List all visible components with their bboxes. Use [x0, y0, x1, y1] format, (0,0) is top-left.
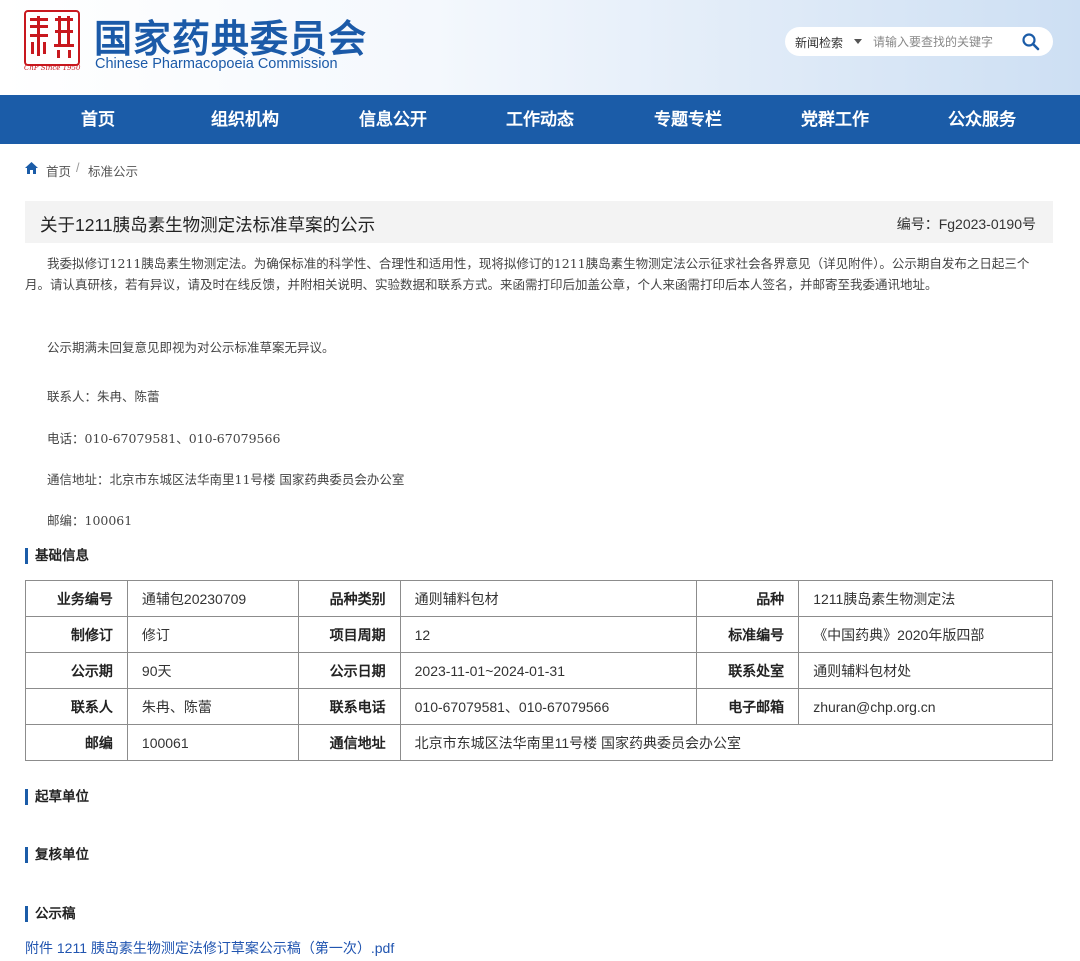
cell-value: 北京市东城区法华南里11号楼 国家药典委员会办公室	[399, 724, 1054, 761]
search-icon[interactable]	[1021, 32, 1041, 52]
breadcrumb-home-link[interactable]: 首页	[46, 161, 71, 180]
nav-item-disclosure[interactable]: 信息公开	[319, 95, 467, 144]
page-title: 关于1211胰岛素生物测定法标准草案的公示	[40, 215, 376, 235]
cell-value: 朱冉、陈蕾	[126, 688, 299, 725]
table-row: 制修订 修订 项目周期 12 标准编号 《中国药典》2020年版四部	[25, 616, 1053, 653]
nav-item-home[interactable]: 首页	[24, 95, 172, 144]
logo-since-text: ChP Since 1950	[24, 64, 81, 72]
basic-info-table: 业务编号 通辅包20230709 品种类别 通则辅料包材 品种 1211胰岛素生…	[25, 580, 1054, 761]
cell-value: 通则辅料包材处	[798, 652, 1053, 689]
cell-value: 100061	[126, 724, 299, 761]
cell-value: 通辅包20230709	[126, 580, 299, 617]
cell-label: 联系电话	[297, 688, 401, 725]
cell-label: 制修订	[25, 616, 128, 653]
breadcrumb-separator: /	[76, 161, 80, 175]
contact-person: 联系人：朱冉、陈蕾	[47, 389, 160, 404]
home-icon[interactable]	[25, 162, 38, 174]
contact-phone: 电话：010-67079581、010-67079566	[47, 431, 281, 446]
section-draft-unit: 起草单位	[25, 789, 89, 805]
cell-value: 修订	[126, 616, 299, 653]
cell-label: 标准编号	[696, 616, 800, 653]
table-row: 邮编 100061 通信地址 北京市东城区法华南里11号楼 国家药典委员会办公室	[25, 724, 1054, 761]
search-input[interactable]	[873, 31, 1013, 52]
cell-label: 公示期	[25, 652, 128, 689]
breadcrumb-current[interactable]: 标准公示	[88, 161, 138, 180]
cell-label: 业务编号	[25, 580, 128, 617]
site-name-en: Chinese Pharmacopoeia Commission	[95, 56, 338, 72]
section-publication: 公示稿	[25, 906, 76, 922]
caret-down-icon[interactable]	[854, 39, 862, 44]
cell-label: 电子邮箱	[696, 688, 800, 725]
article-title-bar: 关于1211胰岛素生物测定法标准草案的公示 编号：Fg2023-0190号	[25, 201, 1053, 243]
cell-value: 010-67079581、010-67079566	[399, 688, 698, 725]
table-row: 联系人 朱冉、陈蕾 联系电话 010-67079581、010-67079566…	[25, 688, 1053, 725]
cell-label: 项目周期	[297, 616, 401, 653]
search-category-select[interactable]: 新闻检索	[795, 34, 843, 51]
table-row: 业务编号 通辅包20230709 品种类别 通则辅料包材 品种 1211胰岛素生…	[25, 580, 1053, 617]
nav-item-topics[interactable]: 专题专栏	[614, 95, 762, 144]
nav-item-organization[interactable]: 组织机构	[171, 95, 319, 144]
attachment-pdf-link[interactable]: 附件 1211 胰岛素生物测定法修订草案公示稿（第一次）.pdf	[25, 938, 394, 958]
cell-value: 1211胰岛素生物测定法	[798, 580, 1053, 617]
nav-item-work-news[interactable]: 工作动态	[466, 95, 614, 144]
cell-label: 通信地址	[297, 724, 401, 761]
site-header: ChP Since 1950 国家药典委员会 Chinese Pharmacop…	[0, 0, 1080, 95]
cell-value: 通则辅料包材	[399, 580, 698, 617]
site-name-cn[interactable]: 国家药典委员会	[94, 8, 367, 63]
cell-label: 品种类别	[297, 580, 401, 617]
contact-postcode: 邮编：100061	[47, 513, 133, 528]
cell-value: zhuran@chp.org.cn	[798, 688, 1053, 725]
table-row: 公示期 90天 公示日期 2023-11-01~2024-01-31 联系处室 …	[25, 652, 1053, 689]
cell-label: 品种	[696, 580, 800, 617]
article-intro: 我委拟修订1211胰岛素生物测定法。为确保标准的科学性、合理性和适用性，现将拟修…	[25, 256, 1030, 292]
article-note: 公示期满未回复意见即视为对公示标准草案无异议。	[47, 340, 335, 355]
document-code: 编号：Fg2023-0190号	[896, 216, 1036, 232]
section-basic-info: 基础信息	[25, 548, 89, 564]
contact-address: 通信地址：北京市东城区法华南里11号楼 国家药典委员会办公室	[47, 472, 405, 487]
nav-item-public-service[interactable]: 公众服务	[908, 95, 1056, 144]
nav-item-party-work[interactable]: 党群工作	[761, 95, 909, 144]
cell-label: 公示日期	[297, 652, 401, 689]
pharmacopoeia-seal-logo[interactable]	[24, 10, 80, 72]
section-review-unit: 复核单位	[25, 847, 89, 863]
cell-value: 《中国药典》2020年版四部	[798, 616, 1053, 653]
cell-value: 12	[399, 616, 698, 653]
cell-label: 邮编	[25, 724, 128, 761]
cell-value: 90天	[126, 652, 299, 689]
main-nav: 首页 组织机构 信息公开 工作动态 专题专栏 党群工作 公众服务	[0, 95, 1080, 144]
cell-label: 联系人	[25, 688, 128, 725]
cell-label: 联系处室	[696, 652, 800, 689]
cell-value: 2023-11-01~2024-01-31	[399, 652, 698, 689]
search-box: 新闻检索	[785, 27, 1053, 56]
